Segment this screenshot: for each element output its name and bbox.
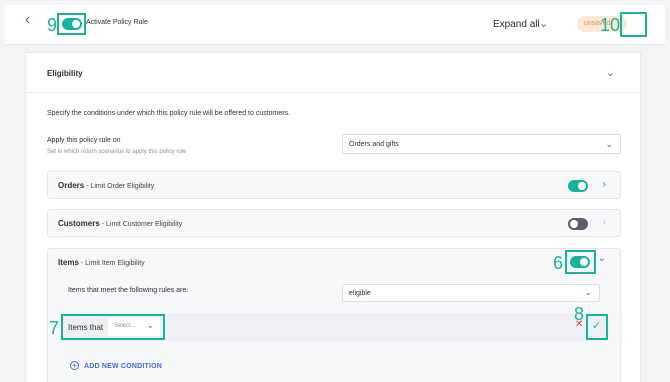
- expand-all-button[interactable]: Expand all: [493, 19, 540, 30]
- items-eligibility-select[interactable]: eligible ⌄: [342, 284, 600, 302]
- chevron-right-icon[interactable]: ›: [603, 217, 606, 228]
- apply-label: Apply this policy rule on: [47, 137, 121, 144]
- apply-help: Set in which return scenarios to apply t…: [47, 149, 187, 155]
- step-marker: 9: [47, 15, 58, 35]
- step-marker: 6: [553, 253, 564, 273]
- items-toggle[interactable]: [570, 256, 590, 268]
- customers-title: Customers - Limit Customer Eligibility: [58, 219, 183, 228]
- highlight-box: [620, 12, 647, 37]
- items-rule-label: Items that meet the following rules are:: [68, 287, 189, 294]
- back-chevron-icon[interactable]: ‹: [25, 11, 30, 29]
- eligibility-description: Specify the conditions under which this …: [47, 110, 291, 117]
- eligibility-header[interactable]: Eligibility ⌄: [26, 53, 640, 93]
- apply-scope-value: Orders and gifts: [349, 141, 399, 148]
- apply-scope-select[interactable]: Orders and gifts ⌄: [342, 134, 621, 154]
- activate-label: Activate Policy Rule: [86, 19, 148, 26]
- step-marker: 7: [49, 318, 60, 338]
- chevron-down-icon[interactable]: ⌄: [598, 253, 606, 264]
- chevron-down-icon[interactable]: ⌄: [606, 66, 615, 79]
- items-section: Items - Limit Item Eligibility 6 ⌄ Items…: [47, 248, 621, 382]
- eligibility-panel: Eligibility ⌄ Specify the conditions und…: [25, 52, 641, 382]
- chevron-down-icon: ⌄: [584, 287, 592, 297]
- condition-row: 7 Items that Select... ⌄ 8 ✕ ✓: [49, 305, 608, 341]
- items-eligibility-value: eligible: [349, 290, 371, 297]
- condition-label: Items that: [68, 323, 104, 332]
- close-icon[interactable]: ✕: [575, 319, 583, 330]
- check-icon[interactable]: ✓: [592, 319, 601, 332]
- orders-title: Orders - Limit Order Eligibility: [58, 181, 155, 190]
- condition-placeholder: Select...: [114, 323, 136, 329]
- eligibility-title: Eligibility: [47, 69, 83, 78]
- chevron-down-icon: ⌄: [605, 139, 613, 149]
- chevron-down-icon: ⌄: [146, 320, 154, 330]
- double-chevron-icon[interactable]: ⌄: [539, 17, 548, 30]
- items-title: Items - Limit Item Eligibility: [58, 258, 145, 267]
- chevron-right-icon[interactable]: ›: [603, 179, 606, 190]
- step-marker: 10: [600, 15, 621, 35]
- orders-row[interactable]: Orders - Limit Order Eligibility ›: [47, 171, 621, 199]
- activate-toggle[interactable]: [62, 18, 82, 30]
- plus-icon: +: [70, 361, 79, 370]
- customers-row[interactable]: Customers - Limit Customer Eligibility ›: [47, 209, 621, 237]
- customers-toggle[interactable]: [568, 218, 588, 230]
- orders-toggle[interactable]: [568, 180, 588, 192]
- add-condition-button[interactable]: + ADD NEW CONDITION: [70, 361, 162, 370]
- condition-select[interactable]: Select... ⌄: [108, 318, 160, 336]
